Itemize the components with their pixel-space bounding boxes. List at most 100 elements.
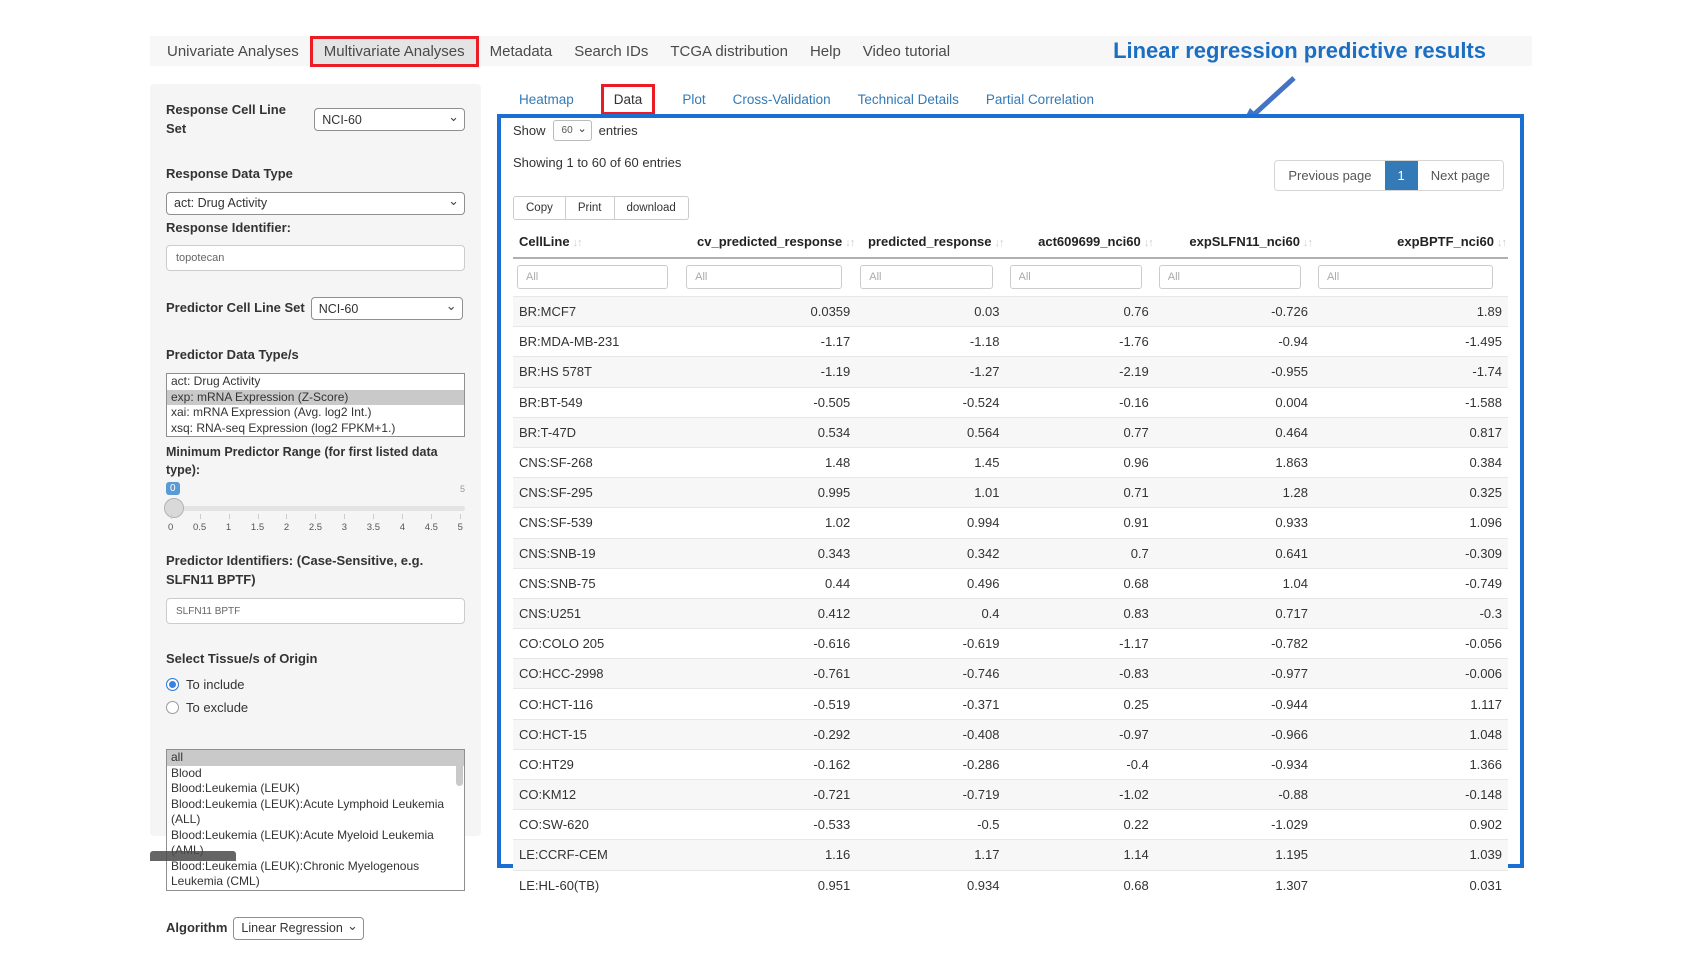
column-header-act609699_nci60[interactable]: act609699_nci60↓↑: [1006, 226, 1155, 258]
column-filter-input-expslfn11_nci60[interactable]: [1159, 265, 1301, 289]
tissue-origin-listbox[interactable]: allBloodBlood:Leukemia (LEUK)Blood:Leuke…: [166, 749, 465, 891]
response-identifier-input[interactable]: topotecan: [166, 245, 465, 271]
numeric-value: -0.3: [1314, 598, 1508, 628]
numeric-value: -0.5: [856, 810, 1005, 840]
nav-item-multivariate-analyses[interactable]: Multivariate Analyses: [310, 36, 479, 67]
nav-item-univariate-analyses[interactable]: Univariate Analyses: [156, 39, 310, 64]
slider-tick-label: 1.5: [251, 514, 264, 533]
column-header-expslfn11_nci60[interactable]: expSLFN11_nci60↓↑: [1155, 226, 1314, 258]
tab-plot[interactable]: Plot: [682, 92, 705, 107]
predictor-data-type-option[interactable]: exp: mRNA Expression (Z-Score): [167, 390, 464, 406]
table-row: CO:HT29-0.162-0.286-0.4-0.9341.366: [513, 749, 1508, 779]
table-row: CNS:SF-5391.020.9940.910.9331.096: [513, 508, 1508, 538]
predictor-cell-line-set-select[interactable]: NCI-60: [311, 297, 463, 320]
results-panel: Show 60 entries Showing 1 to 60 of 60 en…: [497, 114, 1524, 868]
algorithm-select[interactable]: Linear Regression: [233, 917, 363, 940]
predictor-data-type-option[interactable]: xai: mRNA Expression (Avg. log2 Int.): [167, 405, 464, 421]
copy-button[interactable]: Copy: [513, 196, 566, 220]
column-header-cellline[interactable]: CellLine↓↑: [513, 226, 682, 258]
download-button[interactable]: download: [615, 196, 689, 220]
filter-cell: [513, 258, 682, 297]
numeric-value: 0.995: [682, 478, 856, 508]
table-row: CNS:U2510.4120.40.830.717-0.3: [513, 598, 1508, 628]
tab-technical-details[interactable]: Technical Details: [858, 92, 959, 107]
previous-page-button[interactable]: Previous page: [1275, 161, 1384, 190]
table-row: CNS:SF-2950.9951.010.711.280.325: [513, 478, 1508, 508]
numeric-value: 1.17: [856, 840, 1005, 870]
numeric-value: -0.761: [682, 659, 856, 689]
numeric-value: 0.934: [856, 870, 1005, 900]
cell-line-value: BR:HS 578T: [513, 357, 682, 387]
listbox-scrollbar[interactable]: [456, 752, 463, 786]
nav-item-help[interactable]: Help: [799, 39, 852, 64]
analysis-settings-sidebar: Response Cell Line Set NCI-60 Response D…: [150, 84, 481, 836]
numeric-value: 1.307: [1155, 870, 1314, 900]
column-header-cv_predicted_response[interactable]: cv_predicted_response↓↑: [682, 226, 856, 258]
column-filter-input-act609699_nci60[interactable]: [1010, 265, 1143, 289]
results-tabs: Heatmap Data Plot Cross-Validation Technical…: [519, 84, 1094, 115]
response-data-type-select[interactable]: act: Drug Activity: [166, 192, 465, 215]
nav-item-metadata[interactable]: Metadata: [479, 39, 564, 64]
numeric-value: 0.717: [1155, 598, 1314, 628]
numeric-value: 1.04: [1155, 568, 1314, 598]
tab-data[interactable]: Data: [601, 84, 656, 115]
table-row: BR:T-47D0.5340.5640.770.4640.817: [513, 417, 1508, 447]
table-row: CNS:SNB-190.3430.3420.70.641-0.309: [513, 538, 1508, 568]
radio-selected-icon[interactable]: [166, 678, 179, 691]
cell-line-value: CO:HT29: [513, 749, 682, 779]
predictor-data-types-listbox[interactable]: act: Drug Activityexp: mRNA Expression (…: [166, 373, 465, 437]
numeric-value: -0.056: [1314, 629, 1508, 659]
predictor-data-type-option[interactable]: xsq: RNA-seq Expression (log2 FPKM+1.): [167, 421, 464, 437]
tab-partial-correlation[interactable]: Partial Correlation: [986, 92, 1094, 107]
nav-item-search-ids[interactable]: Search IDs: [563, 39, 659, 64]
column-filter-input-cellline[interactable]: [517, 265, 668, 289]
numeric-value: -1.588: [1314, 387, 1508, 417]
cell-line-value: CNS:U251: [513, 598, 682, 628]
column-filter-input-expbptf_nci60[interactable]: [1318, 265, 1493, 289]
numeric-value: -0.726: [1155, 297, 1314, 327]
tab-heatmap[interactable]: Heatmap: [519, 92, 574, 107]
numeric-value: -0.782: [1155, 629, 1314, 659]
column-filter-input-cv_predicted_response[interactable]: [686, 265, 842, 289]
slider-tick-label: 0.5: [193, 514, 206, 533]
numeric-value: 0.464: [1155, 417, 1314, 447]
tab-cross-validation[interactable]: Cross-Validation: [733, 92, 831, 107]
cell-line-value: CO:HCT-116: [513, 689, 682, 719]
column-filter-input-predicted_response[interactable]: [860, 265, 993, 289]
cell-line-value: CNS:SNB-75: [513, 568, 682, 598]
column-header-expbptf_nci60[interactable]: expBPTF_nci60↓↑: [1314, 226, 1508, 258]
numeric-value: -0.371: [856, 689, 1005, 719]
next-page-button[interactable]: Next page: [1418, 161, 1503, 190]
numeric-value: 0.343: [682, 538, 856, 568]
numeric-value: 0.951: [682, 870, 856, 900]
tissue-option[interactable]: Blood:Leukemia (LEUK):Acute Lymphoid Leu…: [167, 797, 464, 828]
table-row: BR:HS 578T-1.19-1.27-2.19-0.955-1.74: [513, 357, 1508, 387]
show-label: Show: [513, 123, 546, 138]
numeric-value: 0.817: [1314, 417, 1508, 447]
numeric-value: -0.16: [1006, 387, 1155, 417]
column-header-label: CellLine: [519, 234, 570, 249]
predictor-identifiers-input[interactable]: SLFN11 BPTF: [166, 598, 465, 624]
tissue-option[interactable]: Blood:Leukemia (LEUK): [167, 781, 464, 797]
nav-item-tcga-distribution[interactable]: TCGA distribution: [659, 39, 799, 64]
nav-item-video-tutorial[interactable]: Video tutorial: [852, 39, 961, 64]
tissue-option[interactable]: all: [167, 750, 464, 766]
numeric-value: -1.76: [1006, 327, 1155, 357]
table-row: BR:BT-549-0.505-0.524-0.160.004-1.588: [513, 387, 1508, 417]
slider-value-badge: 0: [166, 482, 180, 495]
radio-unselected-icon[interactable]: [166, 701, 179, 714]
column-header-predicted_response[interactable]: predicted_response↓↑: [856, 226, 1005, 258]
slider-track[interactable]: [166, 506, 465, 511]
page-length-select[interactable]: 60: [553, 120, 592, 141]
predictor-data-type-option[interactable]: act: Drug Activity: [167, 374, 464, 390]
tissue-option[interactable]: Blood: [167, 766, 464, 782]
response-cell-line-set-select[interactable]: NCI-60: [314, 108, 465, 131]
print-button[interactable]: Print: [566, 196, 615, 220]
numeric-value: -0.955: [1155, 357, 1314, 387]
tissue-origin-label: Select Tissue/s of Origin: [166, 650, 465, 669]
tissue-option[interactable]: Blood:Leukemia (LEUK):Chronic Myelogenou…: [167, 859, 464, 890]
numeric-value: -0.292: [682, 719, 856, 749]
numeric-value: 1.16: [682, 840, 856, 870]
page-number-button[interactable]: 1: [1385, 161, 1418, 190]
table-row: CO:COLO 205-0.616-0.619-1.17-0.782-0.056: [513, 629, 1508, 659]
